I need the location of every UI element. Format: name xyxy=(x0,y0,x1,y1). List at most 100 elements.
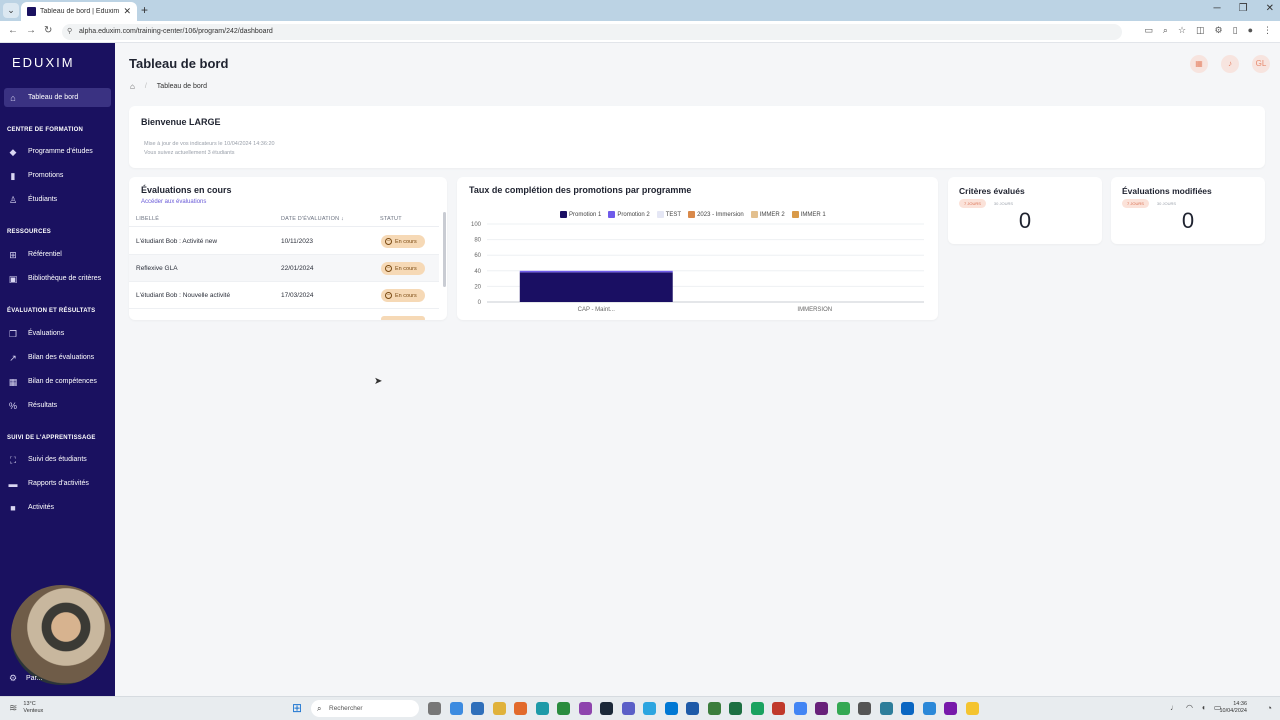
app-icon[interactable] xyxy=(772,702,785,715)
avatar[interactable]: GL xyxy=(1252,55,1270,73)
tab-search-icon[interactable]: ⌄ xyxy=(3,3,19,18)
browser-tab-active[interactable]: Tableau de bord | Eduxim v2 (p ✕ xyxy=(21,2,137,21)
table-row[interactable]: L'étudiant Bob : Activité new 10/11/2023… xyxy=(129,228,439,255)
volume-icon[interactable]: ◖ xyxy=(1201,703,1206,712)
breadcrumb-separator: / xyxy=(144,83,147,90)
app-icon[interactable] xyxy=(965,702,979,715)
sidebar-item-dashboard[interactable]: ⌂ Tableau de bord xyxy=(4,88,111,107)
evaluations-card: Évaluations en cours Accéder aux évaluat… xyxy=(129,177,447,320)
onenote-icon[interactable] xyxy=(944,702,957,715)
profile-icon[interactable]: ● xyxy=(1248,25,1253,36)
evaluations-link[interactable]: Accéder aux évaluations xyxy=(141,199,206,205)
taskbar-clock[interactable]: 14:36 10/04/2024 xyxy=(1219,701,1247,715)
eduxim-logo[interactable]: EDUXIM xyxy=(12,55,75,70)
sidebar-item-bilan-competences[interactable]: ▦ Bilan de compétences xyxy=(4,372,111,391)
visual-studio-icon[interactable] xyxy=(815,702,828,715)
maximize-icon[interactable]: ❐ xyxy=(1239,3,1248,14)
back-icon[interactable]: ← xyxy=(8,25,18,36)
sidebar-item-label: Tableau de bord xyxy=(28,94,79,101)
chrome-icon[interactable] xyxy=(449,702,463,715)
store-icon[interactable] xyxy=(471,702,484,715)
criteres-30-days-toggle[interactable]: 30 JOURS xyxy=(988,199,1019,208)
vscode-icon[interactable] xyxy=(686,702,699,715)
task-view-icon[interactable] xyxy=(428,702,441,715)
split-view-icon[interactable]: ◫ xyxy=(1196,25,1205,36)
student-icon: ♙ xyxy=(8,194,18,205)
sidebar-item-bibliotheque[interactable]: ▣ Bibliothèque de critères xyxy=(4,269,111,288)
table-row[interactable]: Reflexive GLA 22/01/2024 – En cours xyxy=(129,255,439,282)
wifi-icon[interactable]: ◠ xyxy=(1186,703,1193,712)
app-icon[interactable] xyxy=(707,702,721,715)
home-icon[interactable]: ⌂ xyxy=(130,82,135,91)
sidebar-item-suivi-etudiants[interactable]: ⛶ Suivi des étudiants xyxy=(4,450,111,469)
row-libelle: L'étudiant Bob : Activité new xyxy=(136,238,218,245)
firefox-icon[interactable] xyxy=(514,702,527,715)
table-row-partial[interactable] xyxy=(129,309,439,320)
app-icon[interactable] xyxy=(664,702,678,715)
modifiees-7-days-toggle[interactable]: 7 JOURS xyxy=(1122,199,1149,208)
chrome-active-icon[interactable] xyxy=(793,702,807,715)
app-icon[interactable] xyxy=(879,702,893,715)
minimize-icon[interactable]: ─ xyxy=(1214,3,1221,14)
criteres-7-days-toggle[interactable]: 7 JOURS xyxy=(959,199,986,208)
section-evaluation: ÉVALUATION ET RÉSULTATS xyxy=(7,308,96,314)
weather-widget[interactable]: ≋ 13°C Venteux xyxy=(9,701,43,715)
app-icon[interactable] xyxy=(836,702,850,715)
app-icon[interactable] xyxy=(750,702,764,715)
sidebar-item-activites[interactable]: ■ Activités xyxy=(4,498,111,517)
sidebar-item-etudiants[interactable]: ♙ Étudiants xyxy=(4,190,111,209)
new-tab-button[interactable]: + xyxy=(141,3,148,17)
install-app-icon[interactable]: ▭ xyxy=(1144,25,1153,36)
file-explorer-icon[interactable] xyxy=(492,702,506,715)
clock-time: 14:36 xyxy=(1233,701,1247,707)
sitemap-icon: ⊞ xyxy=(9,249,17,260)
students-count-text: Vous suivez actuellement 3 étudiants xyxy=(144,150,235,156)
teams-icon[interactable] xyxy=(621,702,635,715)
sort-arrow-icon: ↓ xyxy=(340,216,344,222)
status-badge xyxy=(381,316,425,320)
column-header-statut[interactable]: STATUT xyxy=(380,216,402,222)
sidebar-item-promotions[interactable]: ▮ Promotions xyxy=(4,166,111,185)
taskbar-search[interactable]: ⌕ Rechercher xyxy=(311,700,419,717)
modifiees-30-days-toggle[interactable]: 30 JOURS xyxy=(1151,199,1182,208)
table-row[interactable]: L'étudiant Bob : Nouvelle activité 17/03… xyxy=(129,282,439,309)
sidebar-item-rapports[interactable]: ▬ Rapports d'activités xyxy=(4,474,111,493)
app-icon[interactable] xyxy=(578,702,592,715)
app-icon[interactable] xyxy=(557,702,570,715)
app-icon[interactable] xyxy=(643,702,656,715)
edge-icon[interactable] xyxy=(535,702,549,715)
sidebar-icon[interactable]: ▯ xyxy=(1233,25,1238,36)
steam-icon[interactable] xyxy=(600,702,613,715)
column-header-date[interactable]: DATE D'ÉVALUATION ↓ xyxy=(281,216,344,222)
browser-menu-icon[interactable]: ⋮ xyxy=(1263,25,1272,36)
windows-start-icon[interactable]: ⊞ xyxy=(292,702,304,714)
url-field[interactable]: ⚲ alpha.eduxim.com/training-center/106/p… xyxy=(62,24,1122,40)
tab-close-icon[interactable]: ✕ xyxy=(123,6,131,17)
calendar-icon[interactable]: ▦ xyxy=(1190,55,1208,73)
app-icon[interactable] xyxy=(901,702,914,715)
sidebar-item-settings[interactable]: ⚙ Par... xyxy=(8,673,42,683)
percent-icon: % xyxy=(8,400,17,411)
notifications-icon[interactable]: ◔ xyxy=(1267,703,1272,713)
window-close-icon[interactable]: ✕ xyxy=(1266,3,1274,14)
zoom-icon[interactable]: ⌕ xyxy=(1163,25,1168,36)
bell-icon[interactable]: ♪ xyxy=(1221,55,1239,73)
sidebar-item-bilan-evaluations[interactable]: ↗ Bilan des évaluations xyxy=(4,348,111,367)
table-scrollbar[interactable] xyxy=(443,212,446,287)
extensions-icon[interactable]: ⚙ xyxy=(1215,25,1223,36)
sidebar-item-resultats[interactable]: % Résultats xyxy=(4,396,111,415)
minus-circle-icon: – xyxy=(385,292,392,299)
excel-icon[interactable] xyxy=(729,702,742,715)
sidebar-item-evaluations[interactable]: ❐ Évaluations xyxy=(4,324,111,343)
app-icon[interactable] xyxy=(858,702,871,715)
microphone-icon[interactable]: ♩ xyxy=(1170,703,1178,712)
bookmark-star-icon[interactable]: ☆ xyxy=(1178,25,1186,36)
forward-icon[interactable]: → xyxy=(26,25,36,36)
evaluations-modifiees-card: Évaluations modifiées 7 JOURS 30 JOURS 0 xyxy=(1111,177,1265,244)
sidebar-item-referentiel[interactable]: ⊞ Référentiel xyxy=(4,245,111,264)
site-info-icon[interactable]: ⚲ xyxy=(67,24,72,40)
sidebar-item-programmes[interactable]: ◆ Programme d'études xyxy=(4,142,111,161)
app-icon[interactable] xyxy=(922,702,936,715)
column-header-libelle[interactable]: LIBELLÉ xyxy=(136,216,159,222)
reload-icon[interactable]: ↻ xyxy=(44,25,52,36)
